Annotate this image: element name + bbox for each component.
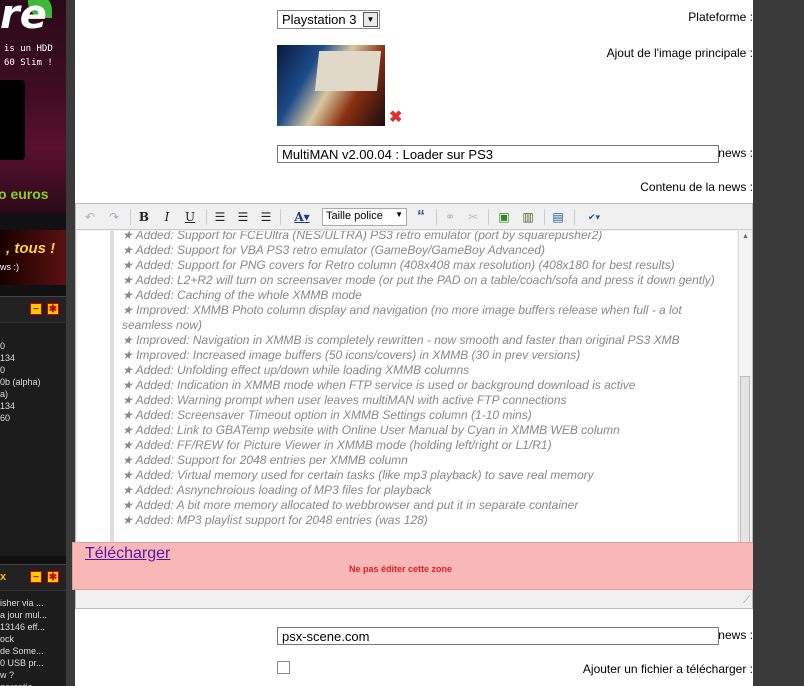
changelog-list: ★ Added: Support for FCEUltra (NES/ULTRA…	[122, 231, 732, 528]
align-center-icon[interactable]: ☰	[235, 208, 251, 226]
minimize-button[interactable]: −	[30, 571, 42, 583]
undo-icon[interactable]: ↶	[82, 208, 98, 226]
redo-icon[interactable]: ↷	[106, 208, 122, 226]
changelog-line: ★ Added: MP3 playlist support for 2048 e…	[122, 513, 428, 527]
minimize-button[interactable]: −	[30, 303, 42, 315]
left-sidebar: re is un HDD 60 Slim ! o euros , tous ! …	[0, 0, 66, 686]
editor-content[interactable]: ★ Added: Support for FCEUltra (NES/ULTRA…	[77, 231, 737, 580]
list-item[interactable]: a jour mul...	[0, 609, 66, 621]
changelog-line: ★ Added: Support for VBA PS3 retro emula…	[122, 243, 545, 257]
delete-image-icon[interactable]: ✖	[389, 110, 402, 126]
platform-select[interactable]: Playstation 3 ▼	[277, 10, 380, 29]
editor-scrollbar[interactable]: ▲ ▼	[738, 231, 751, 587]
box-header: − ✱	[0, 297, 66, 323]
blockquote-icon[interactable]: “	[412, 208, 430, 226]
font-size-select[interactable]: Taille police ▼	[322, 208, 407, 226]
editor-toolbar: ↶ ↷ B I U ☰ ☰ ☰ A▾ Taille police ▼ “ ⚭ ✂ …	[76, 204, 752, 230]
changelog-line: ★ Added: Asnynchroious loading of MP3 fi…	[122, 483, 432, 497]
file-label: Ajouter un fichier a télécharger :	[582, 662, 753, 676]
align-left-icon[interactable]: ☰	[212, 208, 228, 226]
no-edit-notice: Ne pas éditer cette zone	[349, 564, 453, 574]
rich-text-editor: ↶ ↷ B I U ☰ ☰ ☰ A▾ Taille police ▼ “ ⚭ ✂ …	[72, 203, 755, 609]
box-title: x	[0, 571, 7, 583]
unlink-icon[interactable]: ✂	[465, 208, 481, 226]
list-item[interactable]: 0	[0, 340, 66, 352]
banner-price: o euros	[0, 186, 49, 202]
list-item[interactable]: 60	[0, 412, 66, 424]
image-label: Ajout de l'image principale :	[606, 46, 753, 60]
list-item[interactable]: 134	[0, 352, 66, 364]
insert-image-icon[interactable]: ▣	[496, 208, 512, 226]
chevron-down-icon[interactable]: ▼	[363, 12, 378, 27]
font-color-icon[interactable]: A▾	[288, 208, 316, 226]
star-button[interactable]: ✱	[47, 303, 59, 315]
content-label: Contenu de la news :	[640, 180, 753, 194]
sidebar-box-1: − ✱ 0 134 0 0b (alpha) a) 134 60	[0, 296, 66, 556]
ad-banner-mid[interactable]: , tous ! ws :)	[0, 230, 66, 285]
list-item[interactable]: isher via ...	[0, 597, 66, 609]
changelog-line: ★ Added: A bit more memory allocated to …	[122, 498, 579, 512]
right-margin	[753, 0, 804, 686]
list-item[interactable]: 0b (alpha)	[0, 376, 66, 388]
spellcheck-icon[interactable]: ✔▾	[581, 208, 607, 226]
changelog-line: ★ Added: Support for 2048 entries per XM…	[122, 453, 408, 467]
changelog-line: ★ Added: Warning prompt when user leaves…	[122, 393, 567, 407]
list-item[interactable]: ock	[0, 633, 66, 645]
banner-logo: re	[0, 0, 47, 38]
list-item[interactable]: a)	[0, 388, 66, 400]
changelog-line: ★ Improved: XMMB Photo column display an…	[122, 303, 682, 332]
changelog-line: ★ Improved: Increased image buffers (50 …	[122, 348, 581, 362]
list-item[interactable]: 134	[0, 400, 66, 412]
title-input[interactable]: MultiMAN v2.00.04 : Loader sur PS3	[277, 145, 719, 163]
changelog-line: ★ Added: FF/REW for Picture Viewer in XM…	[122, 438, 552, 452]
bold-icon[interactable]: B	[136, 208, 152, 226]
banner-ad-text: is un HDD 60 Slim !	[4, 44, 53, 68]
sidebar-box-2: x − ✱ isher via ... a jour mul... 13146 ef…	[0, 564, 66, 686]
source-view-icon[interactable]: ▤	[550, 208, 566, 226]
protected-zone: Télécharger Ne pas éditer cette zone	[72, 542, 755, 590]
changelog-line: ★ Added: Support for PNG covers for Retr…	[122, 258, 675, 272]
changelog-line: ★ Added: Screensaver Timeout option in X…	[122, 408, 532, 422]
changelog-line: ★ Added: Support for FCEUltra (NES/ULTRA…	[122, 231, 603, 242]
italic-icon[interactable]: I	[159, 208, 175, 226]
list-item[interactable]: 0 USB pr...	[0, 657, 66, 669]
news-form: Plateforme : Playstation 3 ▼ Ajout de l'…	[72, 0, 755, 686]
source-input[interactable]: psx-scene.com	[277, 627, 719, 645]
scroll-up-icon[interactable]: ▲	[742, 233, 749, 240]
platform-label: Plateforme :	[688, 10, 753, 24]
link-icon[interactable]: ⚭	[442, 208, 458, 226]
list-item[interactable]: 13146 eff...	[0, 621, 66, 633]
download-link[interactable]: Télécharger	[85, 545, 170, 563]
changelog-line: ★ Improved: Navigation in XMMB is comple…	[122, 333, 680, 347]
list-item[interactable]: de Some...	[0, 645, 66, 657]
changelog-line: ★ Added: Caching of the whole XMMB mode	[122, 288, 362, 302]
main-image-thumbnail	[277, 45, 385, 126]
box-2-list: isher via ... a jour mul... 13146 eff... oc…	[0, 591, 66, 686]
underline-icon[interactable]: U	[182, 208, 198, 226]
star-button[interactable]: ✱	[47, 571, 59, 583]
changelog-line: ★ Added: Unfolding effect up/down while …	[122, 363, 470, 377]
banner-headline: , tous !	[6, 240, 56, 257]
platform-select-value: Playstation 3	[282, 12, 357, 27]
changelog-line: ★ Added: L2+R2 will turn on screensaver …	[122, 273, 715, 287]
changelog-line: ★ Added: Indication in XMMB mode when FT…	[122, 378, 636, 392]
list-item[interactable]: garantie	[0, 681, 66, 686]
ad-banner-top[interactable]: re is un HDD 60 Slim ! o euros	[0, 0, 66, 213]
insert-video-icon[interactable]: ▥	[520, 208, 536, 226]
console-image	[0, 80, 25, 160]
box-1-list: 0 134 0 0b (alpha) a) 134 60	[0, 323, 66, 424]
resize-handle-icon[interactable]: ⟋	[743, 595, 750, 606]
align-right-icon[interactable]: ☰	[258, 208, 274, 226]
file-checkbox[interactable]	[277, 661, 290, 674]
changelog-line: ★ Added: Virtual memory used for certain…	[122, 468, 594, 482]
list-item[interactable]: 0	[0, 364, 66, 376]
changelog-line: ★ Added: Link to GBATemp website with On…	[122, 423, 620, 437]
list-item[interactable]: w ?	[0, 669, 66, 681]
blockquote-bar	[110, 231, 114, 580]
box-header: x − ✱	[0, 565, 66, 591]
banner-sub: ws :)	[0, 262, 19, 272]
